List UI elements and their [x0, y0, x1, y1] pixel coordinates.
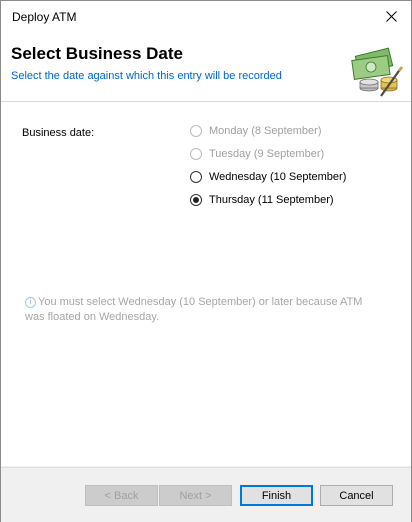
page-subtitle: Select the date against which this entry… — [11, 70, 282, 82]
radio-label: Tuesday (9 September) — [209, 148, 325, 160]
money-icon — [351, 47, 403, 97]
close-icon — [385, 11, 397, 22]
radio-option-wednesday[interactable]: Wednesday (10 September) — [190, 169, 346, 185]
radio-option-thursday[interactable]: Thursday (11 September) — [190, 192, 334, 208]
radio-button — [190, 125, 202, 137]
radio-option-tuesday: Tuesday (9 September) — [190, 146, 324, 162]
close-button[interactable] — [371, 1, 411, 32]
radio-button[interactable] — [190, 171, 202, 183]
radio-button-selected[interactable] — [190, 194, 202, 206]
next-button[interactable]: Next > — [159, 485, 232, 506]
radio-label[interactable]: Wednesday (10 September) — [209, 171, 346, 183]
dialog-window: Deploy ATM Select Business Date Select t… — [0, 0, 412, 522]
info-message: i You must select Wednesday (10 September… — [25, 295, 385, 325]
radio-option-monday: Monday (8 September) — [190, 123, 322, 139]
wizard-header: Select Business Date Select the date aga… — [1, 32, 411, 102]
radio-label[interactable]: Thursday (11 September) — [209, 194, 334, 206]
finish-button[interactable]: Finish — [240, 485, 313, 506]
info-icon: i — [25, 297, 36, 308]
radio-button — [190, 148, 202, 160]
wizard-content: Business date: Monday (8 September) Tues… — [1, 102, 411, 466]
radio-label: Monday (8 September) — [209, 125, 322, 137]
info-text: You must select Wednesday (10 September)… — [25, 296, 363, 323]
business-date-label: Business date: — [22, 127, 95, 139]
button-bar: < Back Next > Finish Cancel — [1, 467, 411, 522]
back-button[interactable]: < Back — [85, 485, 158, 506]
title-bar: Deploy ATM — [1, 1, 411, 32]
cancel-button[interactable]: Cancel — [320, 485, 393, 506]
radio-dot — [193, 197, 199, 203]
window-title: Deploy ATM — [12, 10, 77, 24]
page-title: Select Business Date — [11, 44, 183, 63]
